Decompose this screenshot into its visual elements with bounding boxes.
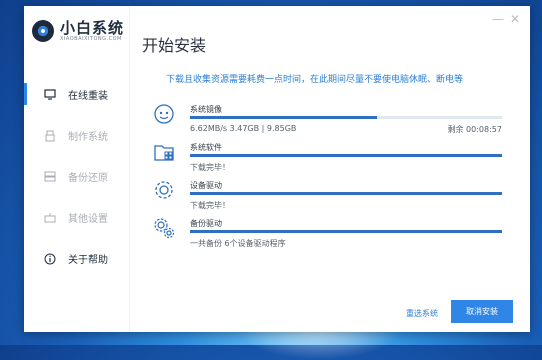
installer-window: — ✕ 小白系统 XIAOBAIXITONG.COM 在线重装 制作系统 备份还… xyxy=(24,6,530,332)
sidebar-item-online-reinstall[interactable]: 在线重装 xyxy=(24,74,129,115)
progress-fill xyxy=(190,192,502,195)
sidebar-item-label: 关于帮助 xyxy=(68,255,108,266)
sidebar-nav: 在线重装 制作系统 备份还原 其他设置 关于帮助 xyxy=(24,74,129,279)
progress-fill xyxy=(190,154,502,157)
task-name: 系统软件 xyxy=(190,143,222,152)
sidebar-item-label: 制作系统 xyxy=(68,132,108,143)
progress-fill xyxy=(190,116,378,119)
download-icon xyxy=(154,104,174,124)
task-detail: 6.62MB/s 3.47GB | 9.85GB xyxy=(190,124,297,133)
progress-bar xyxy=(190,230,502,233)
backup-icon xyxy=(44,171,56,183)
minimize-button[interactable]: — xyxy=(492,12,504,26)
task-detail: 下载完毕！ xyxy=(190,201,230,210)
task-name: 设备驱动 xyxy=(190,181,222,190)
task-name: 系统镜像 xyxy=(190,105,222,114)
sidebar-item-make-system[interactable]: 制作系统 xyxy=(24,115,129,156)
settings-icon xyxy=(44,212,56,224)
task-detail: 下载完毕！ xyxy=(190,163,230,172)
progress-bar xyxy=(190,154,502,157)
progress-fill xyxy=(190,230,502,233)
task-detail: 一共备份 6个设备驱动程序 xyxy=(190,239,286,248)
software-icon xyxy=(154,145,174,161)
sidebar-item-about-help[interactable]: 关于帮助 xyxy=(24,238,129,279)
sidebar-item-backup-restore[interactable]: 备份还原 xyxy=(24,156,129,197)
sidebar-item-label: 备份还原 xyxy=(68,173,108,184)
gears-icon xyxy=(154,218,175,239)
gear-icon xyxy=(155,181,173,199)
install-notice: 下载且收集资源需要耗费一点时间，在此期间尽量不要使电脑休眠、断电等 xyxy=(166,75,464,85)
task-remaining: 剩余 00:08:57 xyxy=(447,125,502,134)
sidebar: 小白系统 XIAOBAIXITONG.COM 在线重装 制作系统 备份还原 其他… xyxy=(24,6,130,332)
page-title: 开始安装 xyxy=(142,36,207,55)
progress-bar xyxy=(190,192,502,195)
sidebar-item-label: 其他设置 xyxy=(68,214,108,225)
info-icon xyxy=(44,253,56,265)
progress-bar xyxy=(190,116,502,119)
close-button[interactable]: ✕ xyxy=(510,12,520,26)
monitor-icon xyxy=(44,89,56,101)
usb-icon xyxy=(44,130,56,142)
logo-subtitle: XIAOBAIXITONG.COM xyxy=(60,36,122,42)
logo-mark-icon xyxy=(32,20,54,42)
logo-title: 小白系统 xyxy=(60,19,125,37)
sidebar-item-other-settings[interactable]: 其他设置 xyxy=(24,197,129,238)
cancel-install-button[interactable]: 取消安装 xyxy=(451,300,513,323)
reselect-system-button[interactable]: 重选系统 xyxy=(406,308,438,319)
sidebar-item-label: 在线重装 xyxy=(68,91,108,102)
task-name: 备份驱动 xyxy=(190,219,222,228)
app-logo: 小白系统 XIAOBAIXITONG.COM xyxy=(32,20,124,42)
